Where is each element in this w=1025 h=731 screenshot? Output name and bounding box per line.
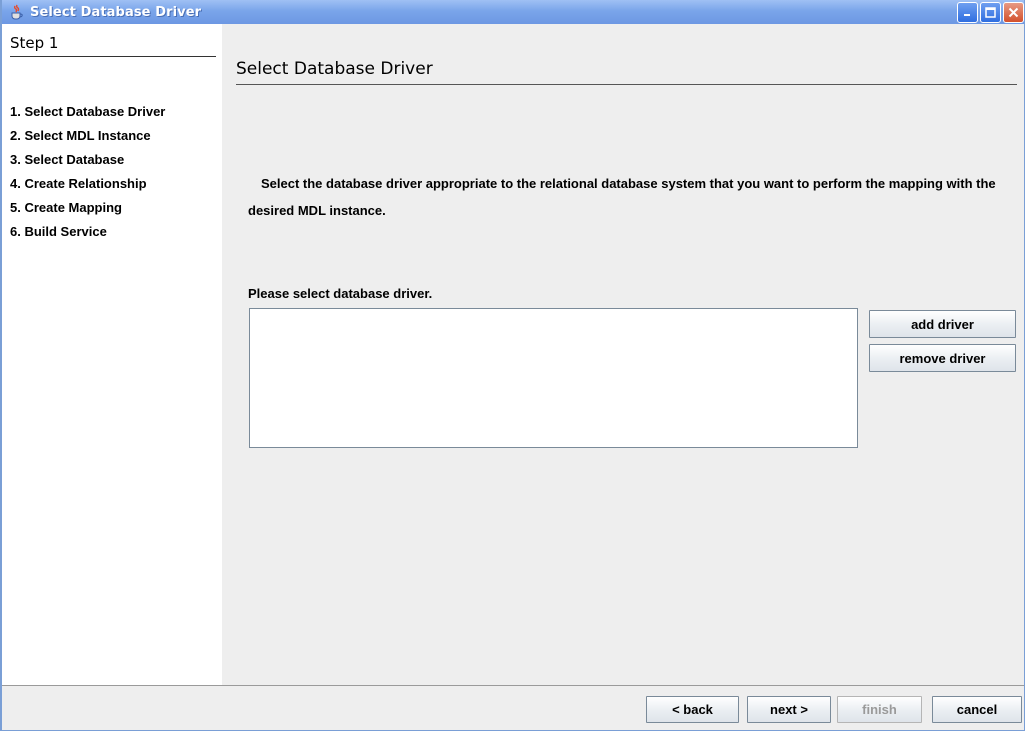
minimize-icon (964, 14, 970, 16)
window-title: Select Database Driver (30, 4, 202, 20)
step-item-select-mdl-instance: 2. Select MDL Instance (10, 128, 151, 143)
back-button[interactable]: < back (646, 696, 739, 723)
add-driver-button[interactable]: add driver (869, 310, 1016, 338)
cancel-button[interactable]: cancel (932, 696, 1022, 723)
close-icon (1008, 7, 1019, 18)
page-title: Select Database Driver (236, 56, 1017, 85)
finish-button: finish (837, 696, 922, 723)
step-item-select-database-driver: 1. Select Database Driver (10, 104, 166, 119)
wizard-footer: < back next > finish cancel (2, 685, 1024, 730)
step-header: Step 1 (10, 30, 216, 57)
step-item-create-relationship: 4. Create Relationship (10, 176, 147, 191)
steps-sidebar: Step 1 1. Select Database Driver 2. Sele… (2, 24, 222, 685)
driver-list-label: Please select database driver. (248, 286, 433, 301)
driver-list[interactable] (249, 308, 858, 448)
close-button[interactable] (1003, 2, 1024, 23)
remove-driver-button[interactable]: remove driver (869, 344, 1016, 372)
window-controls (957, 2, 1024, 23)
steps-list: 1. Select Database Driver 2. Select MDL … (10, 100, 165, 244)
wizard-window: Select Database Driver Step 1 1. Select … (0, 0, 1025, 731)
next-button[interactable]: next > (747, 696, 831, 723)
title-bar[interactable]: Select Database Driver (2, 0, 1024, 24)
step-item-create-mapping: 5. Create Mapping (10, 200, 122, 215)
minimize-button[interactable] (957, 2, 978, 23)
instruction-text: Select the database driver appropriate t… (248, 176, 996, 218)
step-item-select-database: 3. Select Database (10, 152, 125, 167)
step-item-build-service: 6. Build Service (10, 224, 107, 239)
maximize-icon (985, 7, 996, 18)
main-panel: Select Database Driver Select the databa… (222, 24, 1024, 685)
maximize-button[interactable] (980, 2, 1001, 23)
java-cup-icon (8, 3, 26, 21)
